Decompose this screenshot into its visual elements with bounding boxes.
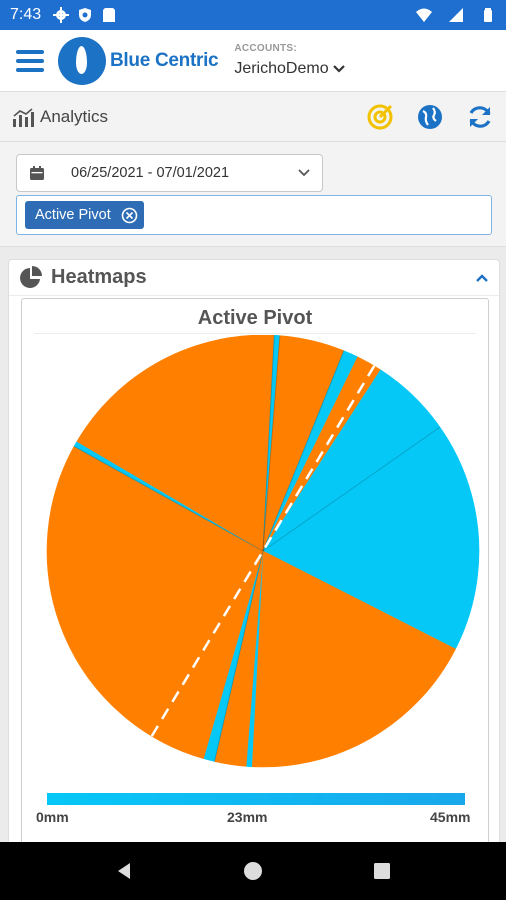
divider bbox=[34, 333, 476, 334]
account-select[interactable]: JerichoDemo bbox=[234, 60, 345, 78]
scale-mid-label: 23mm bbox=[227, 809, 268, 825]
system-nav-bar bbox=[0, 842, 506, 900]
sd-card-icon bbox=[103, 8, 116, 22]
brand-name: Blue Centric bbox=[110, 49, 219, 71]
account-name: JerichoDemo bbox=[234, 60, 329, 77]
leaf-logo-icon bbox=[58, 36, 106, 85]
pivot-tag-input[interactable]: Active Pivot bbox=[16, 195, 492, 235]
chart-container: Active Pivot 0mm 23mm 45mm bbox=[21, 298, 489, 858]
chevron-down-icon bbox=[332, 65, 345, 73]
refresh-icon[interactable] bbox=[466, 103, 494, 131]
menu-icon[interactable] bbox=[16, 49, 44, 72]
panel-header: Heatmaps bbox=[9, 260, 499, 296]
scale-max-label: 45mm bbox=[430, 809, 471, 825]
battery-icon bbox=[484, 8, 492, 22]
panel-title: Heatmaps bbox=[51, 266, 147, 288]
accounts-label: ACCOUNTS: bbox=[234, 43, 298, 54]
chart-title: Active Pivot bbox=[197, 307, 313, 329]
app-header: Blue Centric ACCOUNTS: JerichoDemo bbox=[0, 30, 506, 92]
shield-icon bbox=[79, 8, 92, 22]
scale-min-label: 0mm bbox=[36, 809, 69, 825]
heatmaps-panel: Heatmaps Active Pivot 0mm 23mm 45mm bbox=[8, 259, 500, 859]
goal-target-icon[interactable] bbox=[366, 103, 394, 131]
analytics-chart-icon bbox=[13, 107, 34, 127]
recents-icon[interactable] bbox=[370, 859, 394, 883]
home-icon[interactable] bbox=[241, 859, 265, 883]
selected-tag: Active Pivot bbox=[25, 201, 144, 229]
settings-icon bbox=[53, 7, 70, 23]
account-switcher[interactable]: ACCOUNTS: JerichoDemo bbox=[234, 43, 345, 78]
remove-tag-icon[interactable] bbox=[121, 207, 138, 224]
globe-icon[interactable] bbox=[416, 103, 444, 131]
filter-panel: 06/25/2021 - 07/01/2021 Active Pivot bbox=[0, 142, 506, 247]
date-range-value: 06/25/2021 - 07/01/2021 bbox=[71, 165, 230, 181]
pie-chart bbox=[46, 335, 480, 768]
color-scale-bar bbox=[47, 793, 465, 805]
page-title: Analytics bbox=[40, 106, 109, 126]
calendar-icon bbox=[30, 166, 44, 180]
signal-icon bbox=[449, 8, 463, 22]
pie-chart-icon bbox=[20, 265, 42, 288]
status-time: 7:43 bbox=[10, 6, 42, 23]
date-range-select[interactable]: 06/25/2021 - 07/01/2021 bbox=[16, 154, 323, 192]
wifi-icon bbox=[416, 8, 432, 22]
back-icon[interactable] bbox=[112, 859, 136, 883]
tag-label: Active Pivot bbox=[35, 207, 111, 223]
brand-logo: Blue Centric bbox=[58, 36, 219, 85]
analytics-toolbar: Analytics bbox=[0, 92, 506, 142]
chevron-up-icon[interactable] bbox=[475, 273, 489, 283]
chevron-down-icon bbox=[298, 169, 310, 177]
status-bar: 7:43 bbox=[0, 0, 506, 30]
